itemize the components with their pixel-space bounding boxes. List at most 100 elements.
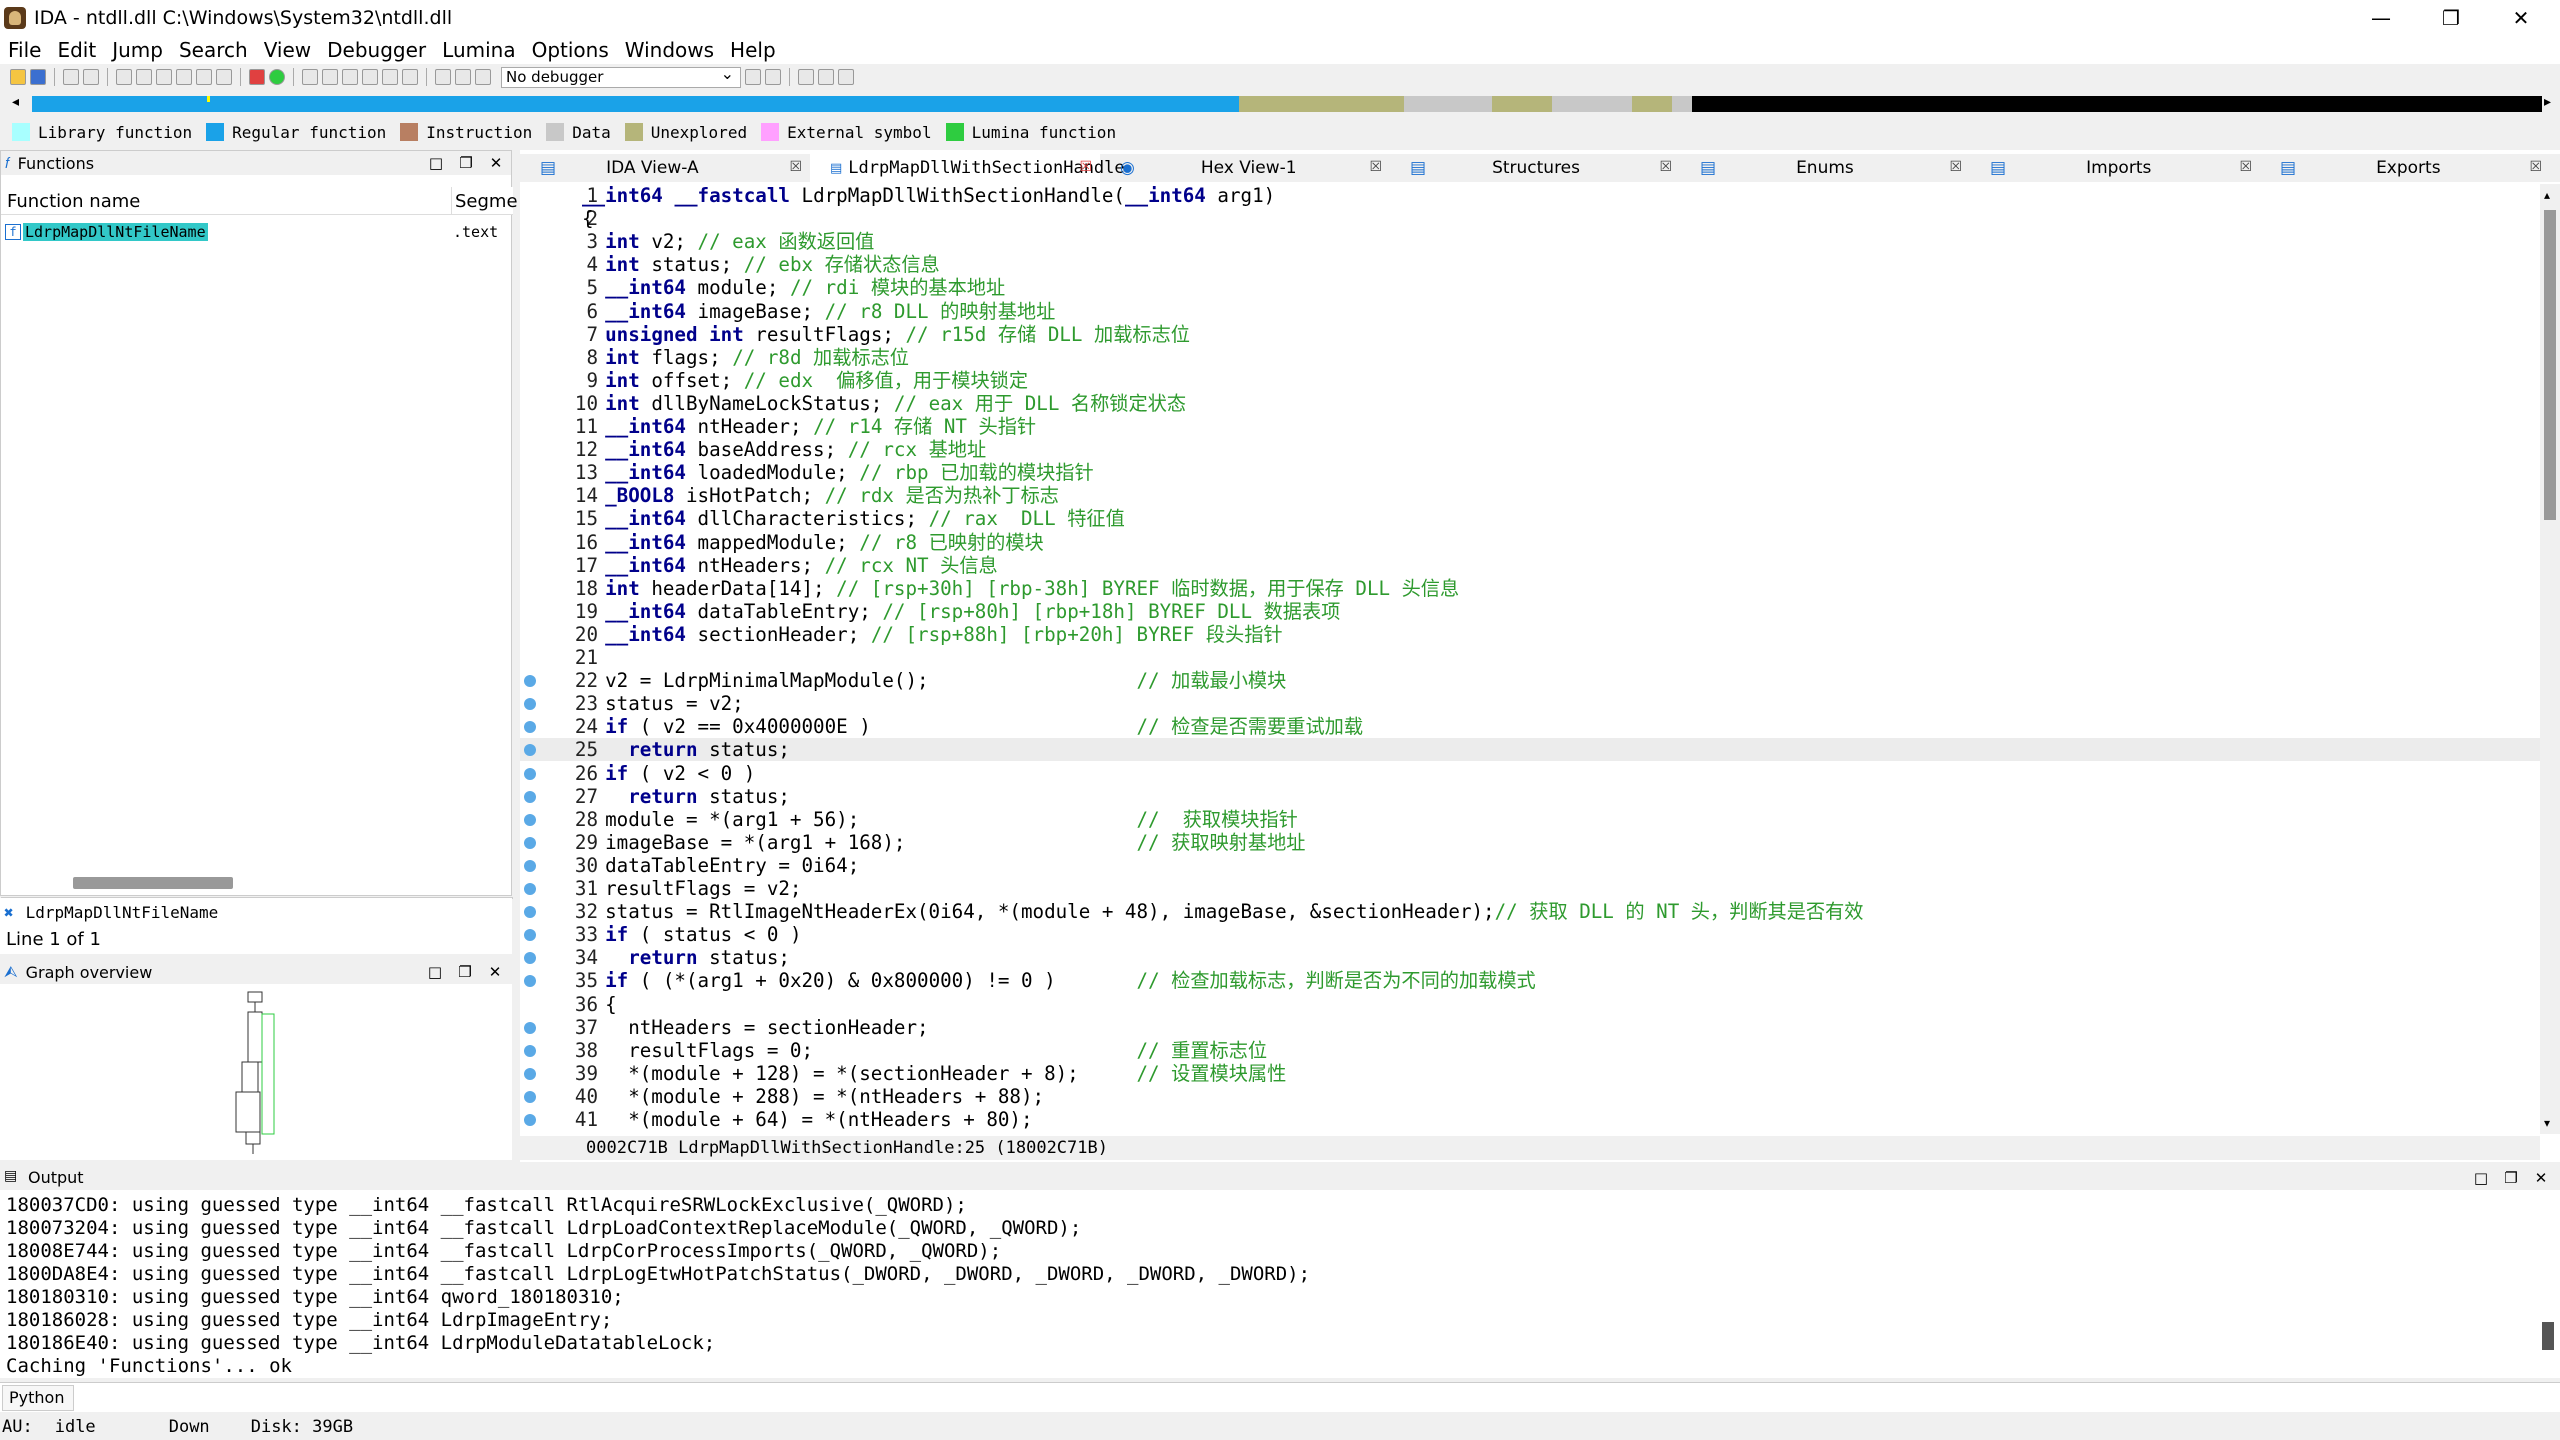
code-text[interactable]: if ( v2 < 0 )	[582, 762, 755, 785]
code-line[interactable]: 18 int headerData[14]; // [rsp+30h] [rbp…	[520, 577, 2540, 600]
code-line[interactable]: 3 int v2; // eax 函数返回值	[520, 230, 2540, 253]
code-line[interactable]: 36 {	[520, 993, 2540, 1016]
back-arrow-icon[interactable]	[63, 69, 79, 85]
breakpoint-dot-icon[interactable]	[524, 1044, 536, 1057]
code-text[interactable]: module = *(arg1 + 56); // 获取模块指针	[582, 808, 1298, 831]
menu-lumina[interactable]: Lumina	[434, 36, 523, 64]
code-line[interactable]: 9 int offset; // edx 偏移值，用于模块锁定	[520, 369, 2540, 392]
code-line[interactable]: 35 if ( (*(arg1 + 0x20) & 0x800000) != 0…	[520, 969, 2540, 992]
code-line[interactable]: 39 *(module + 128) = *(sectionHeader + 8…	[520, 1062, 2540, 1085]
graph-overview-canvas[interactable]	[0, 984, 512, 1160]
analysis-icon[interactable]	[249, 69, 265, 85]
code-line[interactable]: 5 __int64 module; // rdi 模块的基本地址	[520, 276, 2540, 299]
tab-exports[interactable]: ▤ Exports ☒	[2260, 154, 2550, 182]
code-text[interactable]: *(module + 64) = *(ntHeaders + 80);	[582, 1108, 1032, 1131]
code-text[interactable]: __int64 __fastcall LdrpMapDllWithSection…	[582, 184, 1275, 207]
pseudocode-vertical-scrollbar[interactable]: ▴ ▾	[2540, 184, 2560, 1134]
scrollbar-thumb[interactable]	[2544, 210, 2556, 520]
code-line[interactable]: 16 __int64 mappedModule; // r8 已映射的模块	[520, 531, 2540, 554]
code-line[interactable]: 25 return status;	[520, 738, 2540, 762]
refresh-icon[interactable]	[745, 69, 761, 85]
column-header-function-name[interactable]: Function name	[7, 191, 140, 212]
code-text[interactable]: __int64 baseAddress; // rcx 基地址	[582, 438, 986, 461]
nav-right-arrow-icon[interactable]: ▸	[2544, 94, 2551, 110]
delete-icon[interactable]	[402, 69, 418, 85]
code-line[interactable]: 21	[520, 646, 2540, 669]
code-text[interactable]: _BOOL8 isHotPatch; // rdx 是否为热补丁标志	[582, 484, 1059, 507]
tab-close-icon[interactable]: ☒	[1369, 159, 1382, 175]
code-line[interactable]: 24 if ( v2 == 0x4000000E ) // 检查是否需要重试加载	[520, 715, 2540, 738]
code-text[interactable]: if ( v2 == 0x4000000E ) // 检查是否需要重试加载	[582, 715, 1363, 738]
code-line[interactable]: 31 resultFlags = v2;	[520, 877, 2540, 900]
tab-pseudocode[interactable]: ▤ LdrpMapDllWithSectionHandle ☒	[810, 154, 1125, 182]
code-line[interactable]: 32 status = RtlImageNtHeaderEx(0i64, *(m…	[520, 900, 2540, 923]
code-text[interactable]: __int64 mappedModule; // r8 已映射的模块	[582, 531, 1044, 554]
breakpoint-dot-icon[interactable]	[524, 1021, 536, 1034]
debugger-select[interactable]: No debugger	[501, 64, 741, 88]
breakpoint-dot-icon[interactable]	[524, 859, 536, 872]
code-line[interactable]: 40 *(module + 288) = *(ntHeaders + 88);	[520, 1085, 2540, 1108]
undefine-icon[interactable]	[382, 69, 398, 85]
graph-icon[interactable]	[798, 69, 814, 85]
code-text[interactable]: int headerData[14]; // [rsp+30h] [rbp-38…	[582, 577, 1459, 600]
menu-help[interactable]: Help	[722, 36, 784, 64]
code-line[interactable]: 30 dataTableEntry = 0i64;	[520, 854, 2540, 877]
code-line[interactable]: 28 module = *(arg1 + 56); // 获取模块指针	[520, 808, 2540, 831]
tab-close-icon[interactable]: ☒	[2239, 159, 2252, 175]
code-text[interactable]: imageBase = *(arg1 + 168); // 获取映射基地址	[582, 831, 1305, 854]
panel-close-button[interactable]: ✕	[2530, 1166, 2552, 1190]
menu-windows[interactable]: Windows	[617, 36, 722, 64]
tab-ida-view-a[interactable]: ▤ IDA View-A ☒	[520, 154, 810, 182]
panel-float-button[interactable]: ❐	[455, 151, 477, 175]
breakpoint-dot-icon[interactable]	[524, 698, 536, 711]
code-text[interactable]: {	[582, 207, 594, 230]
code-text[interactable]: status = RtlImageNtHeaderEx(0i64, *(modu…	[582, 900, 1863, 923]
tab-imports[interactable]: ▤ Imports ☒	[1970, 154, 2260, 182]
breakpoint-dot-icon[interactable]	[524, 1090, 536, 1103]
code-line[interactable]: 6 __int64 imageBase; // r8 DLL 的映射基地址	[520, 300, 2540, 323]
nav-left-arrow-icon[interactable]: ◂	[12, 94, 19, 110]
navigation-band[interactable]	[32, 96, 2542, 112]
code-text[interactable]: __int64 sectionHeader; // [rsp+88h] [rbp…	[582, 623, 1282, 646]
code-text[interactable]: resultFlags = 0; // 重置标志位	[582, 1039, 1267, 1062]
code-text[interactable]: *(module + 288) = *(ntHeaders + 88);	[582, 1085, 1044, 1108]
code-text[interactable]: unsigned int resultFlags; // r15d 存储 DLL…	[582, 323, 1190, 346]
menu-jump[interactable]: Jump	[104, 36, 171, 64]
code-text[interactable]: int dllByNameLockStatus; // eax 用于 DLL 名…	[582, 392, 1186, 415]
code-text[interactable]: __int64 dllCharacteristics; // rax DLL 特…	[582, 507, 1125, 530]
code-text[interactable]: __int64 loadedModule; // rbp 已加载的模块指针	[582, 461, 1094, 484]
graph-overview-panel[interactable]	[0, 984, 512, 1160]
scroll-down-icon[interactable]: ▾	[2544, 1116, 2550, 1130]
forward-arrow-icon[interactable]	[83, 69, 99, 85]
code-line[interactable]: 19 __int64 dataTableEntry; // [rsp+80h] …	[520, 600, 2540, 623]
code-text[interactable]: int flags; // r8d 加载标志位	[582, 346, 909, 369]
code-text[interactable]: if ( (*(arg1 + 0x20) & 0x800000) != 0 ) …	[582, 969, 1536, 992]
code-line[interactable]: 4 int status; // ebx 存储状态信息	[520, 253, 2540, 276]
code-icon[interactable]	[302, 69, 318, 85]
code-line[interactable]: 2{	[520, 207, 2540, 230]
breakpoint-dot-icon[interactable]	[524, 767, 536, 780]
close-button[interactable]: ✕	[2486, 0, 2556, 36]
code-text[interactable]: __int64 module; // rdi 模块的基本地址	[582, 276, 1005, 299]
pause-icon[interactable]	[455, 69, 471, 85]
breakpoint-dot-icon[interactable]	[524, 952, 536, 965]
code-text[interactable]: resultFlags = v2;	[582, 877, 801, 900]
panel-maximize-button[interactable]: □	[424, 960, 446, 984]
panel-close-button[interactable]: ✕	[485, 151, 507, 175]
open-icon[interactable]	[10, 69, 26, 85]
menu-options[interactable]: Options	[524, 36, 617, 64]
code-text[interactable]: {	[582, 993, 617, 1016]
breakpoint-dot-icon[interactable]	[524, 975, 536, 988]
filter-text[interactable]: LdrpMapDllNtFileName	[26, 903, 219, 922]
menu-search[interactable]: Search	[171, 36, 256, 64]
code-line[interactable]: 17 __int64 ntHeaders; // rcx NT 头信息	[520, 554, 2540, 577]
code-line[interactable]: 41 *(module + 64) = *(ntHeaders + 80);	[520, 1108, 2540, 1131]
tab-close-icon[interactable]: ☒	[789, 159, 802, 175]
code-text[interactable]: int offset; // edx 偏移值，用于模块锁定	[582, 369, 1028, 392]
breakpoint-dot-icon[interactable]	[524, 813, 536, 826]
tab-close-icon[interactable]: ☒	[2529, 159, 2542, 175]
code-line[interactable]: 23 status = v2;	[520, 692, 2540, 715]
breakpoint-dot-icon[interactable]	[524, 675, 536, 688]
tab-close-icon[interactable]: ☒	[1949, 159, 1962, 175]
code-line[interactable]: 22 v2 = LdrpMinimalMapModule(); // 加载最小模…	[520, 669, 2540, 692]
